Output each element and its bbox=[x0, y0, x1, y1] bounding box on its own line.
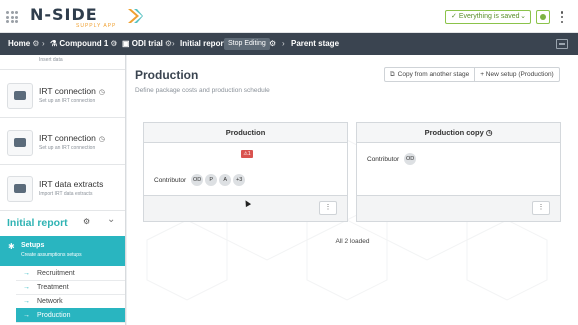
breadcrumb-trial[interactable]: ▣ ODI trial ⚙ bbox=[122, 33, 172, 55]
breadcrumb-compound[interactable]: ⚗ Compound 1 ⚙ bbox=[50, 33, 117, 55]
copy-from-stage-button[interactable]: ⧉ Copy from another stage bbox=[385, 68, 474, 81]
breadcrumb-stage[interactable]: Parent stage bbox=[291, 33, 339, 55]
status-indicator-button[interactable] bbox=[536, 10, 550, 24]
warning-badge: ⚠1 bbox=[241, 150, 253, 158]
sidebar-card-irt-data-extracts[interactable]: IRT data extracts Import IRT data extrac… bbox=[0, 165, 125, 211]
setups-sub: Create assumptions setups bbox=[21, 252, 82, 258]
setup-card-production-copy[interactable]: Production copy ◷ Contributor OD ⋮ bbox=[356, 122, 561, 222]
sidebar-item-label: Treatment bbox=[37, 284, 69, 291]
chevron-right-icon: › bbox=[282, 39, 285, 48]
avatar[interactable]: OD bbox=[404, 153, 417, 165]
sidebar-item-treatment[interactable]: → Treatment bbox=[16, 280, 125, 295]
copy-icon: ⧉ bbox=[390, 71, 395, 78]
arrow-right-icon: → bbox=[23, 312, 30, 319]
sidebar-card-partial[interactable]: Insert data bbox=[0, 55, 125, 70]
sidebar-card-sub: Insert data bbox=[39, 57, 63, 63]
sidebar-item-label: Production bbox=[37, 312, 71, 319]
sidebar-item-label: Recruitment bbox=[37, 270, 75, 277]
irt-data-extracts-icon bbox=[7, 176, 33, 202]
setup-card-title: Production copy ◷ bbox=[357, 123, 560, 143]
sidebar-item-network[interactable]: → Network bbox=[16, 294, 125, 309]
sidebar-card-irt-connection[interactable]: IRT connection ◷ Set up an IRT connection bbox=[0, 71, 125, 118]
breadcrumb-report[interactable]: Initial report bbox=[180, 33, 226, 55]
setups-label: Setups bbox=[21, 242, 45, 249]
sidebar-item-setups[interactable]: ✱ Setups Create assumptions setups bbox=[0, 236, 125, 266]
contributor-label: Contributor bbox=[154, 176, 187, 184]
chevron-right-icon: › bbox=[114, 39, 117, 48]
avatar[interactable]: P bbox=[205, 174, 218, 186]
status-dot-icon bbox=[540, 14, 546, 20]
chevron-down-icon: ⌄ bbox=[520, 13, 526, 20]
setup-card-title-text: Production copy bbox=[424, 128, 484, 137]
logo-mark-icon bbox=[128, 9, 143, 23]
gear-icon[interactable]: ⚙ bbox=[165, 39, 172, 48]
gear-icon[interactable]: ⚙ bbox=[269, 33, 276, 55]
sidebar-item-production[interactable]: → Production bbox=[16, 308, 125, 323]
stop-editing-button[interactable]: Stop Editing bbox=[224, 38, 270, 50]
setups-icon: ✱ bbox=[8, 242, 15, 251]
sidebar-card-sub: Set up an IRT connection bbox=[39, 98, 96, 104]
setup-actions: ⧉ Copy from another stage + New setup (Pr… bbox=[384, 67, 560, 82]
sidebar-card-sub: Import IRT data extracts bbox=[39, 191, 93, 197]
logo-text: N-SIDE bbox=[30, 5, 98, 24]
loaded-status: All 2 loaded bbox=[335, 238, 370, 245]
kebab-menu-icon[interactable]: ⋮ bbox=[319, 201, 337, 215]
avatar[interactable]: OD bbox=[191, 174, 204, 186]
arrow-right-icon: → bbox=[23, 298, 30, 305]
new-setup-button[interactable]: + New setup (Production) bbox=[474, 68, 559, 81]
clock-icon: ◷ bbox=[98, 136, 105, 143]
chevron-right-icon: › bbox=[172, 39, 175, 48]
sidebar-item-label: Network bbox=[37, 298, 63, 305]
irt-connection-icon bbox=[7, 83, 33, 109]
section-title: Initial report bbox=[7, 217, 68, 229]
avatar-more[interactable]: +3 bbox=[233, 174, 246, 186]
sidebar-card-sub: Set up an IRT connection bbox=[39, 145, 96, 151]
sidebar-card-title: IRT connection ◷ bbox=[39, 133, 105, 143]
chevron-right-icon: › bbox=[42, 39, 45, 48]
breadcrumb-home-label: Home bbox=[8, 39, 31, 48]
contributors: Contributor OD bbox=[367, 153, 417, 165]
setup-card-title: Production bbox=[144, 123, 347, 143]
sidebar-card-title: IRT data extracts bbox=[39, 179, 104, 189]
breadcrumb: Home ⚙ › ⚗ Compound 1 ⚙ › ▣ ODI trial ⚙ › I… bbox=[0, 33, 578, 55]
arrow-right-icon: → bbox=[23, 284, 30, 291]
app-logo: N-SIDE SUPPLY APP bbox=[30, 5, 143, 29]
sidebar-section-initial-report[interactable]: Initial report ⚙ ⌄ bbox=[0, 212, 125, 234]
contributor-label: Contributor bbox=[367, 155, 400, 163]
chevron-down-icon[interactable]: ⌄ bbox=[107, 214, 115, 225]
top-bar: N-SIDE SUPPLY APP ✓ Everything is saved … bbox=[0, 0, 578, 33]
clock-icon: ◷ bbox=[98, 89, 105, 96]
collapse-panel-icon[interactable] bbox=[556, 39, 568, 49]
avatar[interactable]: A bbox=[219, 174, 232, 186]
contributors: Contributor OD P A +3 bbox=[154, 174, 246, 186]
main-content: Production Define package costs and prod… bbox=[127, 55, 578, 325]
page-subtitle: Define package costs and production sche… bbox=[135, 87, 270, 94]
gear-icon[interactable]: ⚙ bbox=[83, 217, 90, 226]
pill-icon: ⚗ bbox=[50, 39, 60, 48]
save-status-text: Everything is saved bbox=[458, 13, 520, 20]
breadcrumb-trial-label: ODI trial bbox=[131, 39, 163, 48]
sidebar-card-title: IRT connection ◷ bbox=[39, 86, 105, 96]
app-grid-icon[interactable] bbox=[6, 11, 18, 23]
gear-icon[interactable]: ⚙ bbox=[32, 39, 39, 48]
copy-button-label: Copy from another stage bbox=[397, 71, 470, 78]
save-status-badge[interactable]: ✓ Everything is saved ⌄ bbox=[445, 10, 531, 24]
check-icon: ✓ bbox=[451, 13, 459, 20]
sidebar: Insert data IRT connection ◷ Set up an IR… bbox=[0, 55, 126, 325]
page-title: Production bbox=[135, 68, 199, 82]
more-options-icon[interactable] bbox=[558, 9, 566, 25]
breadcrumb-home[interactable]: Home ⚙ bbox=[8, 33, 39, 55]
sidebar-item-recruitment[interactable]: → Recruitment bbox=[16, 266, 125, 281]
kebab-menu-icon[interactable]: ⋮ bbox=[532, 201, 550, 215]
logo-subtitle: SUPPLY APP bbox=[76, 23, 117, 29]
breadcrumb-compound-label: Compound 1 bbox=[59, 39, 109, 48]
trial-icon: ▣ bbox=[122, 39, 132, 48]
sidebar-card-irt-connection-2[interactable]: IRT connection ◷ Set up an IRT connection bbox=[0, 118, 125, 165]
irt-connection-icon bbox=[7, 130, 33, 156]
setup-card-footer: ⋮ bbox=[357, 195, 560, 221]
arrow-right-icon: → bbox=[23, 270, 30, 277]
clock-icon: ◷ bbox=[483, 128, 493, 137]
